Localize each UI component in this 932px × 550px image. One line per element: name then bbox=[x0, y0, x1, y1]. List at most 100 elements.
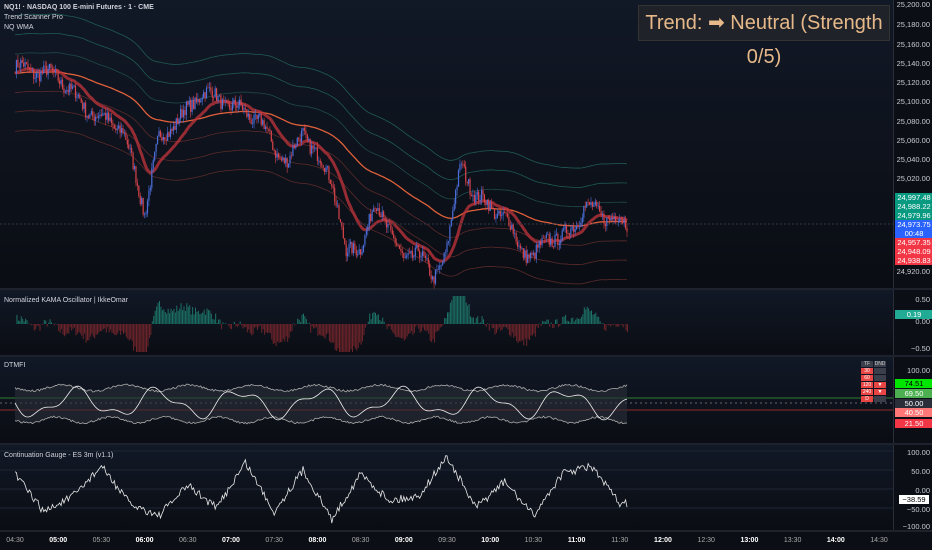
candle-body bbox=[151, 168, 153, 188]
candle-body bbox=[501, 215, 503, 217]
candle-body bbox=[499, 210, 501, 217]
oscillator-bar bbox=[310, 324, 312, 333]
candle-body bbox=[538, 241, 540, 248]
candle-body bbox=[33, 69, 35, 79]
oscillator-bar bbox=[124, 324, 126, 333]
candle-body bbox=[97, 115, 100, 118]
candle-body bbox=[129, 147, 131, 149]
oscillator-bar bbox=[398, 324, 400, 337]
candle-body bbox=[433, 276, 435, 284]
candle-body bbox=[574, 229, 576, 233]
oscillator-bar bbox=[350, 324, 352, 350]
candle-body bbox=[581, 217, 583, 223]
candle-body bbox=[442, 262, 444, 265]
candle-body bbox=[455, 190, 457, 205]
oscillator-bar bbox=[441, 324, 443, 327]
candle-body bbox=[99, 114, 101, 116]
indicator-label[interactable]: NQ WMA bbox=[4, 23, 154, 33]
candle-body bbox=[348, 244, 350, 253]
candle-body bbox=[344, 238, 346, 245]
oscillator-bar bbox=[94, 324, 96, 339]
oscillator-bar bbox=[121, 324, 123, 331]
candle-body bbox=[326, 166, 329, 168]
price-axis[interactable]: 25,200.00 25,180.00 25,160.00 25,140.00 25,1… bbox=[893, 0, 932, 288]
oscillator-bar bbox=[362, 324, 364, 342]
indicator-label[interactable]: Trend Scanner Pro bbox=[4, 13, 154, 23]
candle-body bbox=[374, 208, 376, 209]
candle-body bbox=[234, 99, 236, 106]
candle-body bbox=[521, 248, 523, 249]
candle-body bbox=[15, 59, 18, 74]
candle-body bbox=[380, 215, 382, 218]
candle-body bbox=[493, 208, 496, 219]
oscillator-bar bbox=[85, 324, 87, 343]
table-cell: 240 bbox=[861, 389, 873, 395]
oscillator-bar bbox=[248, 324, 250, 330]
price-tag: 24,938.83 bbox=[895, 256, 932, 265]
symbol-title[interactable]: NQ1! · NASDAQ 100 E-mini Futures · 1 · C… bbox=[4, 4, 154, 11]
oscillator-bar bbox=[485, 324, 487, 327]
oscillator-bar bbox=[333, 324, 335, 343]
candle-body bbox=[223, 99, 225, 102]
candle-body bbox=[388, 224, 390, 225]
candle-body bbox=[23, 63, 25, 67]
price-tag: 00:48 bbox=[895, 229, 932, 238]
oscillator-bar bbox=[625, 324, 627, 331]
candle-body bbox=[41, 71, 43, 74]
oscillator-bar bbox=[602, 323, 604, 324]
candle-body bbox=[472, 195, 474, 197]
candle-body bbox=[136, 183, 138, 186]
oscillator-bar bbox=[523, 324, 525, 346]
oscillator-bar bbox=[95, 324, 97, 335]
oscillator-bar bbox=[74, 324, 76, 328]
oscillator-title[interactable]: Normalized KAMA Oscillator | IkkeOmar bbox=[4, 296, 128, 306]
candle-body bbox=[430, 275, 432, 280]
candle-body bbox=[509, 225, 511, 230]
oscillator-bar bbox=[426, 324, 428, 331]
price-tick: 25,080.00 bbox=[896, 117, 930, 126]
candle-body bbox=[456, 186, 458, 191]
candle-body bbox=[172, 126, 174, 131]
dtmfi-axis[interactable]: 100.00 74.51 69.50 50.00 40.50 21.50 bbox=[893, 357, 932, 443]
oscillator-bar bbox=[406, 324, 408, 337]
dtmfi-title[interactable]: DTMFI bbox=[4, 361, 25, 371]
candle-body bbox=[552, 246, 555, 248]
candle-body bbox=[434, 270, 437, 284]
candle-body bbox=[113, 125, 115, 129]
candle-body bbox=[568, 233, 570, 235]
oscillator-bar bbox=[76, 324, 78, 334]
oscillator-bar bbox=[498, 324, 500, 328]
gauge-axis[interactable]: 100.00 50.00 0.00 −50.00 −100.00 −38.59 bbox=[893, 445, 932, 531]
candle-body bbox=[524, 250, 526, 258]
candle-body bbox=[339, 219, 342, 222]
candle-body bbox=[168, 132, 170, 137]
candle-body bbox=[577, 225, 579, 227]
candle-body bbox=[573, 227, 575, 233]
oscillator-bar bbox=[281, 324, 283, 342]
time-axis[interactable]: 04:30 05:00 05:30 06:00 06:30 07:00 07:30 08:00… bbox=[0, 532, 893, 550]
oscillator-bar bbox=[278, 324, 280, 343]
candle-body bbox=[164, 137, 166, 140]
candle-body bbox=[527, 254, 529, 263]
candle-body bbox=[522, 248, 524, 258]
dtmfi-tag: 50.00 bbox=[895, 399, 932, 408]
candle-body bbox=[355, 249, 357, 256]
candle-body bbox=[468, 179, 470, 184]
chart-canvas[interactable] bbox=[0, 0, 893, 530]
oscillator-bar bbox=[444, 318, 446, 324]
candle-body bbox=[548, 234, 550, 245]
oscillator-bar bbox=[403, 324, 405, 341]
oscillator-bar bbox=[436, 324, 438, 332]
oscillator-bar bbox=[220, 324, 222, 330]
candle-body bbox=[72, 86, 74, 89]
candle-body bbox=[354, 243, 356, 250]
candle-body bbox=[305, 130, 307, 135]
time-tick: 09:00 bbox=[394, 537, 413, 544]
oscillator-bar bbox=[59, 324, 61, 333]
oscillator-axis[interactable]: 0.50 0.00 −0.50 0.19 bbox=[893, 290, 932, 355]
oscillator-bar bbox=[585, 309, 587, 324]
oscillator-bar bbox=[470, 316, 472, 324]
oscillator-bar bbox=[233, 321, 235, 324]
gauge-title[interactable]: Continuation Gauge - ES 3m (v1.1) bbox=[4, 451, 113, 461]
candle-body bbox=[226, 100, 228, 102]
